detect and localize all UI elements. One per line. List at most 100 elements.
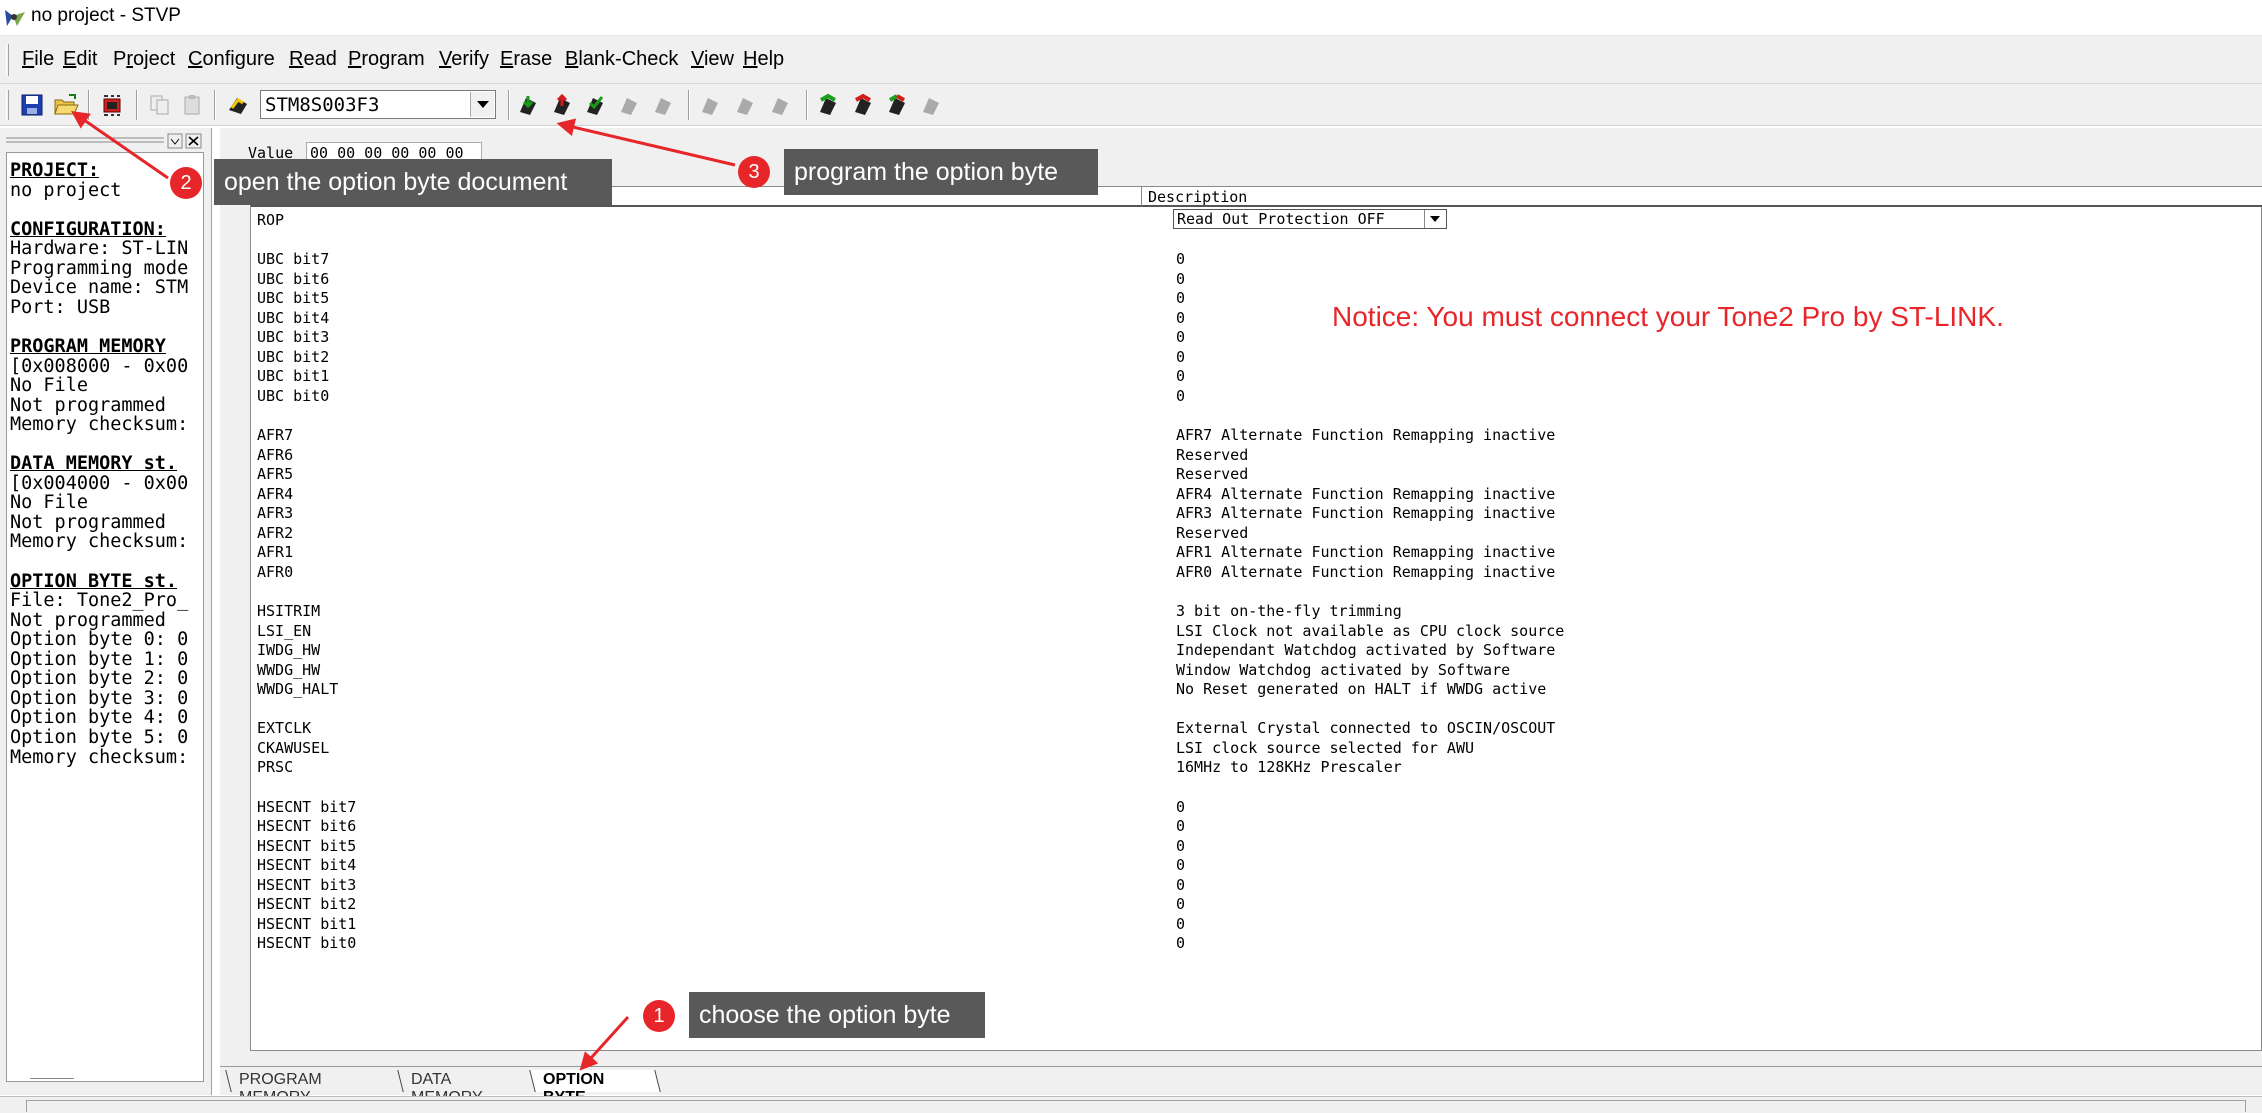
- option-name-cell[interactable]: AFR2: [257, 524, 293, 542]
- option-value-cell[interactable]: Reserved: [1176, 465, 1248, 483]
- info-panel-text: PROJECT: no project CONFIGURATION: Hardware…: [6, 152, 204, 1082]
- menu-file[interactable]: File: [22, 48, 54, 71]
- menu-blank-check[interactable]: Blank-Check: [565, 48, 678, 71]
- menu-help[interactable]: Help: [743, 48, 784, 71]
- copy-icon: [150, 95, 169, 115]
- option-value-cell[interactable]: LSI Clock not available as CPU clock sou…: [1176, 622, 1564, 640]
- option-value-cell[interactable]: 16MHz to 128KHz Prescaler: [1176, 758, 1402, 776]
- option-name-cell[interactable]: AFR7: [257, 426, 293, 444]
- option-name-cell[interactable]: UBC bit2: [257, 348, 329, 366]
- option-value-cell[interactable]: 0: [1176, 895, 1185, 913]
- option-value-cell[interactable]: Reserved: [1176, 524, 1248, 542]
- option-value-cell[interactable]: 0: [1176, 817, 1185, 835]
- option-value-cell[interactable]: 0: [1176, 328, 1185, 346]
- option-name-cell[interactable]: AFR6: [257, 446, 293, 464]
- open-folder-icon[interactable]: [53, 92, 79, 118]
- option-value-cell[interactable]: 0: [1176, 270, 1185, 288]
- option-name-cell[interactable]: UBC bit0: [257, 387, 329, 405]
- menu-erase[interactable]: Erase: [500, 48, 552, 71]
- tab-program-memory[interactable]: PROGRAM MEMORY: [225, 1070, 397, 1106]
- option-value-cell[interactable]: 0: [1176, 367, 1185, 385]
- chevron-down-icon[interactable]: [470, 92, 494, 117]
- option-name-cell[interactable]: UBC bit7: [257, 250, 329, 268]
- option-value-cell[interactable]: Window Watchdog activated by Software: [1176, 661, 1510, 679]
- option-value-cell[interactable]: AFR0 Alternate Function Remapping inacti…: [1176, 563, 1555, 581]
- option-name-cell[interactable]: HSECNT bit4: [257, 856, 356, 874]
- option-name-cell[interactable]: HSECNT bit5: [257, 837, 356, 855]
- verify-current-tab-icon[interactable]: [582, 92, 608, 118]
- option-name-cell[interactable]: AFR1: [257, 543, 293, 561]
- menu-read[interactable]: Read: [289, 48, 337, 71]
- option-name-cell[interactable]: HSECNT bit1: [257, 915, 356, 933]
- option-name-cell[interactable]: IWDG_HW: [257, 641, 320, 659]
- option-value-cell[interactable]: 0: [1176, 250, 1185, 268]
- option-value-cell[interactable]: 0: [1176, 837, 1185, 855]
- option-value-cell[interactable]: AFR3 Alternate Function Remapping inacti…: [1176, 504, 1555, 522]
- option-name-cell[interactable]: HSITRIM: [257, 602, 320, 620]
- verify-mixed-icon[interactable]: [884, 92, 910, 118]
- option-name-cell[interactable]: HSECNT bit3: [257, 876, 356, 894]
- device-select[interactable]: STM8S003F3: [260, 90, 496, 119]
- option-name-cell[interactable]: UBC bit3: [257, 328, 329, 346]
- option-value-cell[interactable]: 0: [1176, 387, 1185, 405]
- option-value-cell[interactable]: Reserved: [1176, 446, 1248, 464]
- option-value-cell[interactable]: 0: [1176, 856, 1185, 874]
- chevron-down-icon[interactable]: [1424, 210, 1446, 228]
- option-value-cell[interactable]: LSI clock source selected for AWU: [1176, 739, 1474, 757]
- option-value-cell[interactable]: 3 bit on-the-fly trimming: [1176, 602, 1402, 620]
- option-value-cell[interactable]: AFR4 Alternate Function Remapping inacti…: [1176, 485, 1555, 503]
- option-name-cell[interactable]: UBC bit4: [257, 309, 329, 327]
- option-name-cell[interactable]: WWDG_HW: [257, 661, 320, 679]
- panel-splitter[interactable]: [30, 1078, 74, 1080]
- option-name-cell[interactable]: CKAWUSEL: [257, 739, 329, 757]
- option-value-cell[interactable]: No Reset generated on HALT if WWDG activ…: [1176, 680, 1546, 698]
- option-name-cell[interactable]: WWDG_HALT: [257, 680, 338, 698]
- save-icon[interactable]: [19, 92, 45, 118]
- option-name-cell[interactable]: EXTCLK: [257, 719, 311, 737]
- tab-option-byte[interactable]: OPTION BYTE: [529, 1070, 661, 1106]
- option-value-cell[interactable]: 0: [1176, 309, 1185, 327]
- option-name-cell[interactable]: UBC bit1: [257, 367, 329, 385]
- option-value-cell[interactable]: 0: [1176, 876, 1185, 894]
- option-name-cell[interactable]: AFR0: [257, 563, 293, 581]
- option-name-cell[interactable]: LSI_EN: [257, 622, 311, 640]
- option-value-cell[interactable]: External Crystal connected to OSCIN/OSCO…: [1176, 719, 1555, 737]
- menu-verify[interactable]: Verify: [439, 48, 489, 71]
- info-line: Not programmed: [10, 511, 166, 533]
- toolbar-grip[interactable]: [6, 90, 9, 120]
- option-value-cell[interactable]: 0: [1176, 915, 1185, 933]
- option-value-cell[interactable]: Independant Watchdog activated by Softwa…: [1176, 641, 1555, 659]
- option-name-cell[interactable]: UBC bit5: [257, 289, 329, 307]
- project-chip-icon[interactable]: [99, 92, 125, 118]
- option-name-cell[interactable]: UBC bit6: [257, 270, 329, 288]
- option-name-cell[interactable]: AFR5: [257, 465, 293, 483]
- option-name-cell[interactable]: HSECNT bit6: [257, 817, 356, 835]
- option-value-cell[interactable]: AFR7 Alternate Function Remapping inacti…: [1176, 426, 1555, 444]
- menu-program[interactable]: Program: [348, 48, 425, 71]
- read-current-tab-icon[interactable]: [515, 92, 541, 118]
- program-red-icon[interactable]: [850, 92, 876, 118]
- menu-configure[interactable]: Configure: [188, 48, 275, 71]
- column-header-description[interactable]: Description: [1142, 187, 2262, 207]
- tab-data-memory[interactable]: DATA MEMORY: [397, 1070, 531, 1106]
- option-name-cell[interactable]: AFR4: [257, 485, 293, 503]
- menu-project[interactable]: Project: [113, 48, 175, 71]
- option-value-cell[interactable]: AFR1 Alternate Function Remapping inacti…: [1176, 543, 1555, 561]
- chip-yellow-icon[interactable]: [225, 92, 251, 118]
- menu-edit[interactable]: Edit: [63, 48, 97, 71]
- menu-view[interactable]: View: [691, 48, 734, 71]
- option-value-cell[interactable]: 0: [1176, 798, 1185, 816]
- option-name-cell[interactable]: HSECNT bit2: [257, 895, 356, 913]
- program-current-tab-icon[interactable]: [549, 92, 575, 118]
- option-name-cell[interactable]: ROP: [257, 211, 284, 229]
- option-value-cell[interactable]: 0: [1176, 348, 1185, 366]
- option-name-cell[interactable]: PRSC: [257, 758, 293, 776]
- option-name-cell[interactable]: HSECNT bit0: [257, 934, 356, 952]
- option-name-cell[interactable]: AFR3: [257, 504, 293, 522]
- menubar-grip[interactable]: [6, 44, 9, 76]
- option-name-cell[interactable]: HSECNT bit7: [257, 798, 356, 816]
- option-value-cell[interactable]: 0: [1176, 934, 1185, 952]
- read-green-icon[interactable]: [815, 92, 841, 118]
- rop-select[interactable]: Read Out Protection OFF: [1173, 209, 1447, 229]
- option-value-cell[interactable]: 0: [1176, 289, 1185, 307]
